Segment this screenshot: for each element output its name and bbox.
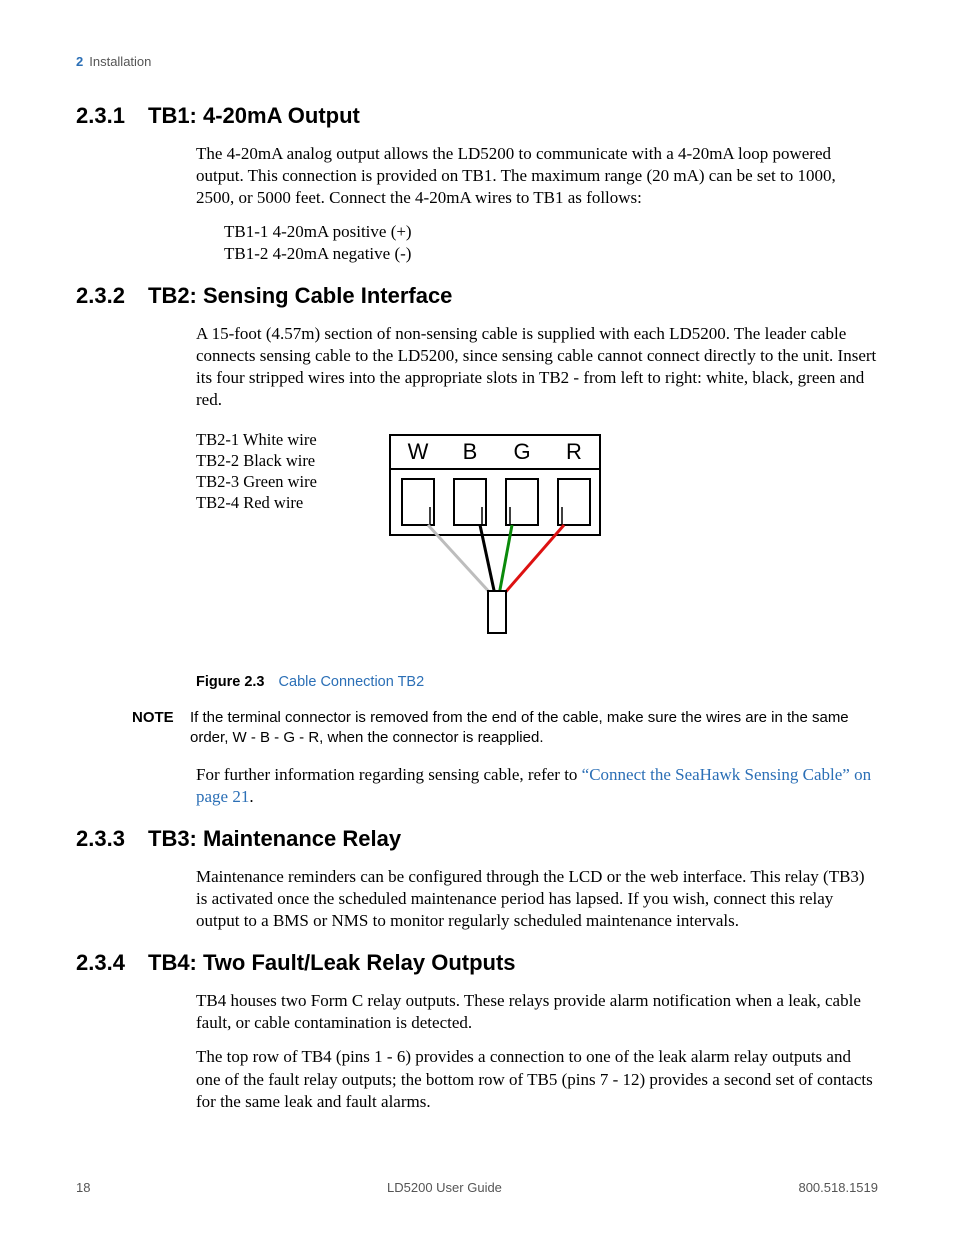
- list-item: TB2-2 Black wire: [196, 450, 366, 471]
- figure-number: Figure 2.3: [196, 674, 265, 690]
- section-title: TB3: Maintenance Relay: [148, 826, 878, 852]
- footer-center: LD5200 User Guide: [387, 1180, 502, 1195]
- paragraph: TB4 houses two Form C relay outputs. The…: [196, 990, 878, 1034]
- text-run: .: [249, 787, 253, 806]
- paragraph: Maintenance reminders can be configured …: [196, 866, 878, 932]
- page-footer: 18 LD5200 User Guide 800.518.1519: [76, 1180, 878, 1195]
- footer-right: 800.518.1519: [798, 1180, 878, 1195]
- figure-caption: Figure 2.3 Cable Connection TB2: [196, 674, 878, 690]
- section-heading: 2.3.1 TB1: 4-20mA Output: [76, 103, 878, 129]
- body-text: For further information regarding sensin…: [196, 764, 878, 808]
- list-item: TB1-1 4-20mA positive (+): [224, 221, 878, 243]
- section-232: 2.3.2 TB2: Sensing Cable Interface A 15-…: [76, 283, 878, 808]
- list-item: TB1-2 4-20mA negative (-): [224, 243, 878, 265]
- page: 2 Installation 2.3.1 TB1: 4-20mA Output T…: [0, 0, 954, 1235]
- section-number: 2.3.4: [76, 950, 148, 976]
- paragraph: For further information regarding sensin…: [196, 764, 878, 808]
- section-heading: 2.3.4 TB4: Two Fault/Leak Relay Outputs: [76, 950, 878, 976]
- connector-diagram-icon: W B G R: [380, 429, 610, 639]
- section-number: 2.3.1: [76, 103, 148, 129]
- page-number: 18: [76, 1180, 90, 1195]
- pin-list: TB1-1 4-20mA positive (+) TB1-2 4-20mA n…: [224, 221, 878, 265]
- tb2-diagram: W B G R: [380, 429, 610, 644]
- body-text: The 4-20mA analog output allows the LD52…: [196, 143, 878, 265]
- list-item: TB2-3 Green wire: [196, 471, 366, 492]
- note-block: NOTE If the terminal connector is remove…: [132, 708, 878, 748]
- wire-list: TB2-1 White wire TB2-2 Black wire TB2-3 …: [196, 429, 366, 513]
- paragraph: A 15-foot (4.57m) section of non-sensing…: [196, 323, 878, 411]
- section-heading: 2.3.3 TB3: Maintenance Relay: [76, 826, 878, 852]
- paragraph: The 4-20mA analog output allows the LD52…: [196, 143, 878, 209]
- chapter-title: Installation: [89, 54, 151, 69]
- list-item: TB2-4 Red wire: [196, 492, 366, 513]
- section-title: TB1: 4-20mA Output: [148, 103, 878, 129]
- note-body: If the terminal connector is removed fro…: [190, 708, 878, 748]
- section-234: 2.3.4 TB4: Two Fault/Leak Relay Outputs …: [76, 950, 878, 1112]
- diagram-label-r: R: [566, 439, 582, 464]
- section-title: TB2: Sensing Cable Interface: [148, 283, 878, 309]
- list-item: TB2-1 White wire: [196, 429, 366, 450]
- tb2-row: TB2-1 White wire TB2-2 Black wire TB2-3 …: [196, 429, 878, 644]
- section-number: 2.3.2: [76, 283, 148, 309]
- diagram-label-w: W: [408, 439, 429, 464]
- body-text: A 15-foot (4.57m) section of non-sensing…: [196, 323, 878, 411]
- paragraph: The top row of TB4 (pins 1 - 6) provides…: [196, 1046, 878, 1112]
- diagram-label-b: B: [463, 439, 478, 464]
- note-label: NOTE: [132, 708, 190, 748]
- body-text: Maintenance reminders can be configured …: [196, 866, 878, 932]
- text-run: For further information regarding sensin…: [196, 765, 582, 784]
- chapter-number: 2: [76, 54, 83, 69]
- running-header: 2 Installation: [76, 54, 878, 69]
- section-231: 2.3.1 TB1: 4-20mA Output The 4-20mA anal…: [76, 103, 878, 265]
- section-233: 2.3.3 TB3: Maintenance Relay Maintenance…: [76, 826, 878, 932]
- section-heading: 2.3.2 TB2: Sensing Cable Interface: [76, 283, 878, 309]
- section-title: TB4: Two Fault/Leak Relay Outputs: [148, 950, 878, 976]
- diagram-label-g: G: [513, 439, 530, 464]
- figure-title: Cable Connection TB2: [279, 674, 425, 690]
- body-text: TB4 houses two Form C relay outputs. The…: [196, 990, 878, 1112]
- section-number: 2.3.3: [76, 826, 148, 852]
